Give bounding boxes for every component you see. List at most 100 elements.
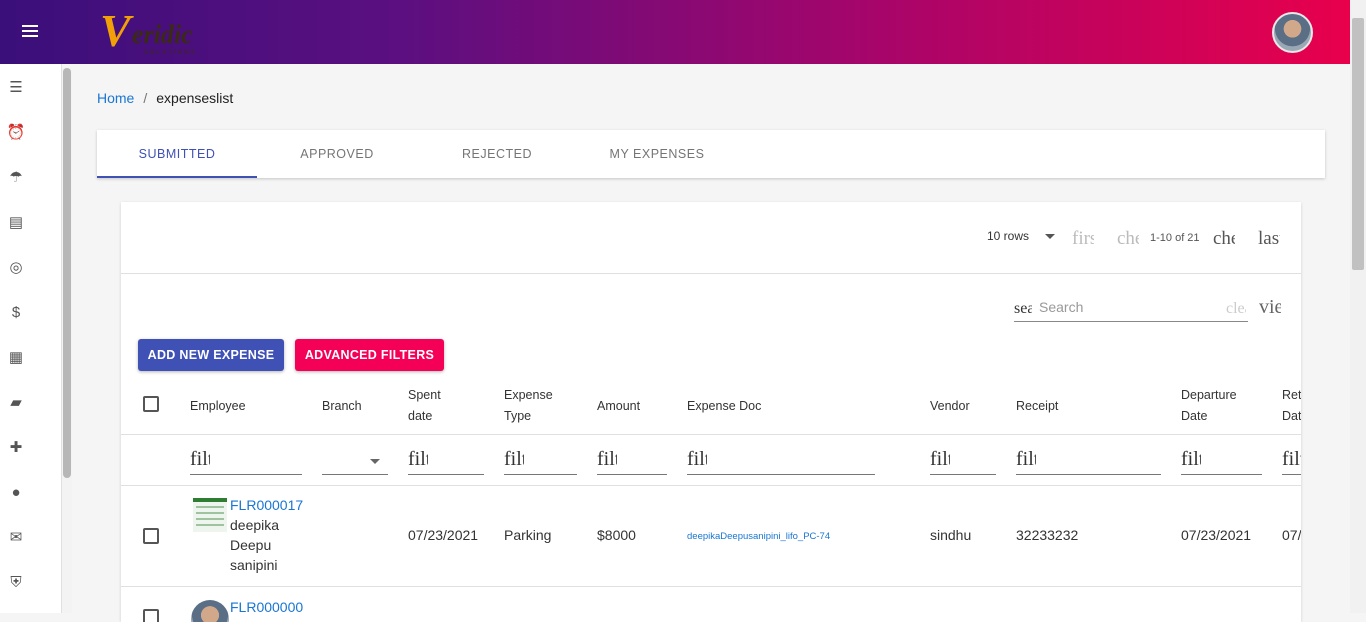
filter-branch-select[interactable] (322, 447, 388, 475)
sidebar: ☰ ⏰ ☂ ▤ ◎ $ ▦ ▰ ✚ ● ✉ ⛨ (0, 64, 62, 613)
logo-text: eridic (132, 20, 193, 49)
tab-my-expenses[interactable]: MY EXPENSES (577, 130, 737, 178)
filter-departure-date[interactable]: filter_list (1181, 447, 1262, 475)
prev-page-icon[interactable]: chevron_left (1117, 228, 1139, 250)
employee-thumbnail (193, 498, 227, 532)
breadcrumb-current: expenseslist (156, 90, 234, 106)
filter-divider (121, 485, 1301, 486)
filter-list-icon: filter_list (687, 448, 707, 470)
vendor-cell: sindhu (930, 527, 972, 543)
umbrella-icon[interactable]: ☂ (6, 168, 26, 188)
header-vendor[interactable]: Vendor (930, 378, 970, 434)
row-checkbox[interactable] (143, 528, 159, 544)
filter-vendor[interactable]: filter_list (930, 447, 996, 475)
filter-spent-date[interactable]: filter_list (408, 447, 484, 475)
pagination-bar: 10 rows first_page chevron_left 1-10 of … (121, 202, 1301, 274)
sidebar-scrollbar-thumb[interactable] (63, 68, 71, 478)
top-app-bar: V eridic SOLUTIONS (0, 0, 1350, 64)
last-page-icon[interactable]: last_page (1258, 228, 1280, 250)
header-return-date[interactable]: Ret Dat (1282, 378, 1301, 434)
tab-rejected[interactable]: REJECTED (417, 130, 577, 178)
advanced-filters-button[interactable]: ADVANCED FILTERS (295, 339, 444, 371)
filter-list-icon: filter_list (504, 448, 524, 470)
expense-tabs: SUBMITTED APPROVED REJECTED MY EXPENSES (97, 130, 1325, 178)
header-return-line2: Dat (1282, 409, 1301, 423)
employee-avatar (191, 600, 229, 622)
header-receipt[interactable]: Receipt (1016, 378, 1058, 434)
next-page-icon[interactable]: chevron_right (1213, 228, 1235, 250)
view-column-icon[interactable]: view_column (1259, 296, 1281, 319)
coins-icon[interactable]: ◎ (6, 258, 26, 278)
header-expense-type[interactable]: Expense Type (504, 378, 553, 434)
filter-list-icon: filter_list (1181, 448, 1201, 470)
page-scrollbar-thumb[interactable] (1352, 18, 1364, 270)
clear-icon[interactable]: clear (1226, 300, 1246, 318)
row-checkbox[interactable] (143, 609, 159, 622)
breadcrumb-separator: / (143, 90, 148, 106)
filter-list-icon: filter_list (408, 448, 428, 470)
shield-check-icon[interactable]: ⛨ (6, 573, 26, 593)
return-date-cell: 07/ (1282, 527, 1301, 543)
tab-approved[interactable]: APPROVED (257, 130, 417, 178)
filter-employee[interactable]: filter_list (190, 447, 302, 475)
logo-subtext: SOLUTIONS (144, 50, 197, 56)
expense-type-cell: Parking (504, 527, 552, 543)
header-departure-line1: Departure (1181, 388, 1237, 402)
chevron-down-icon[interactable] (1045, 234, 1055, 239)
spent-date-cell: 07/23/2021 (408, 527, 479, 543)
company-logo[interactable]: V eridic SOLUTIONS (92, 5, 212, 60)
filter-expense-doc[interactable]: filter_list (687, 447, 875, 475)
add-user-icon[interactable]: ✚ (6, 438, 26, 458)
rows-per-page-select[interactable]: 10 rows (987, 229, 1029, 243)
breadcrumb-home-link[interactable]: Home (97, 90, 134, 106)
document-icon[interactable]: ▤ (6, 213, 26, 233)
checklist-icon[interactable]: ☰ (6, 78, 26, 98)
employee-name-line2: Deepu (230, 537, 272, 553)
header-expense-doc[interactable]: Expense Doc (687, 378, 761, 434)
receipt-cell: 32233232 (1016, 527, 1079, 543)
departure-date-cell: 07/23/2021 (1181, 527, 1252, 543)
employee-name-line1: deepika (230, 517, 280, 533)
add-new-expense-button[interactable]: ADD NEW EXPENSE (138, 339, 284, 371)
mail-icon[interactable]: ✉ (6, 528, 26, 548)
filter-receipt[interactable]: filter_list (1016, 447, 1161, 475)
header-expense-type-line2: Type (504, 409, 532, 423)
filter-list-icon: filter_list (1016, 448, 1036, 470)
expenses-table-card: 10 rows first_page chevron_left 1-10 of … (121, 202, 1301, 622)
expense-doc-link[interactable]: deepikaDeepusanipini_lifo_PC-74 (687, 531, 830, 542)
dollar-icon[interactable]: $ (6, 303, 26, 323)
header-spent-date[interactable]: Spent date (408, 378, 441, 434)
filter-list-icon: filter_list (930, 448, 950, 470)
employee-id-link[interactable]: FLR000017 (230, 497, 303, 513)
header-employee[interactable]: Employee (190, 378, 246, 434)
page-scrollbar[interactable] (1350, 0, 1366, 613)
select-all-checkbox[interactable] (143, 396, 159, 412)
header-spent-date-line1: Spent (408, 388, 441, 402)
header-departure-line2: Date (1181, 409, 1208, 423)
tab-indicator (97, 176, 257, 178)
receipt-icon[interactable]: ▦ (6, 348, 26, 368)
group-icon[interactable]: ● (6, 483, 26, 503)
user-avatar[interactable] (1272, 12, 1313, 53)
filter-expense-type[interactable]: filter_list (504, 447, 577, 475)
filter-return-date[interactable]: filter_list (1282, 447, 1301, 475)
hamburger-menu-icon[interactable] (22, 22, 46, 42)
first-page-icon[interactable]: first_page (1072, 228, 1094, 250)
tab-submitted[interactable]: SUBMITTED (97, 130, 257, 178)
logo-letter: V (100, 5, 131, 56)
header-amount[interactable]: Amount (597, 378, 640, 434)
chevron-down-icon (370, 459, 380, 464)
search-field: search clear (1014, 295, 1248, 322)
alarm-icon[interactable]: ⏰ (6, 123, 26, 143)
page-count: 1-10 of 21 (1150, 232, 1200, 244)
filter-list-icon: filter_list (190, 448, 210, 470)
filter-list-icon: filter_list (1282, 448, 1301, 470)
chat-icon[interactable]: ▰ (6, 393, 26, 413)
header-departure-date[interactable]: Departure Date (1181, 378, 1237, 434)
header-branch[interactable]: Branch (322, 378, 362, 434)
filter-amount[interactable]: filter_list (597, 447, 667, 475)
header-divider (121, 434, 1301, 435)
search-input[interactable] (1039, 297, 1209, 317)
sidebar-scrollbar[interactable] (62, 68, 72, 613)
row-divider (121, 586, 1301, 587)
